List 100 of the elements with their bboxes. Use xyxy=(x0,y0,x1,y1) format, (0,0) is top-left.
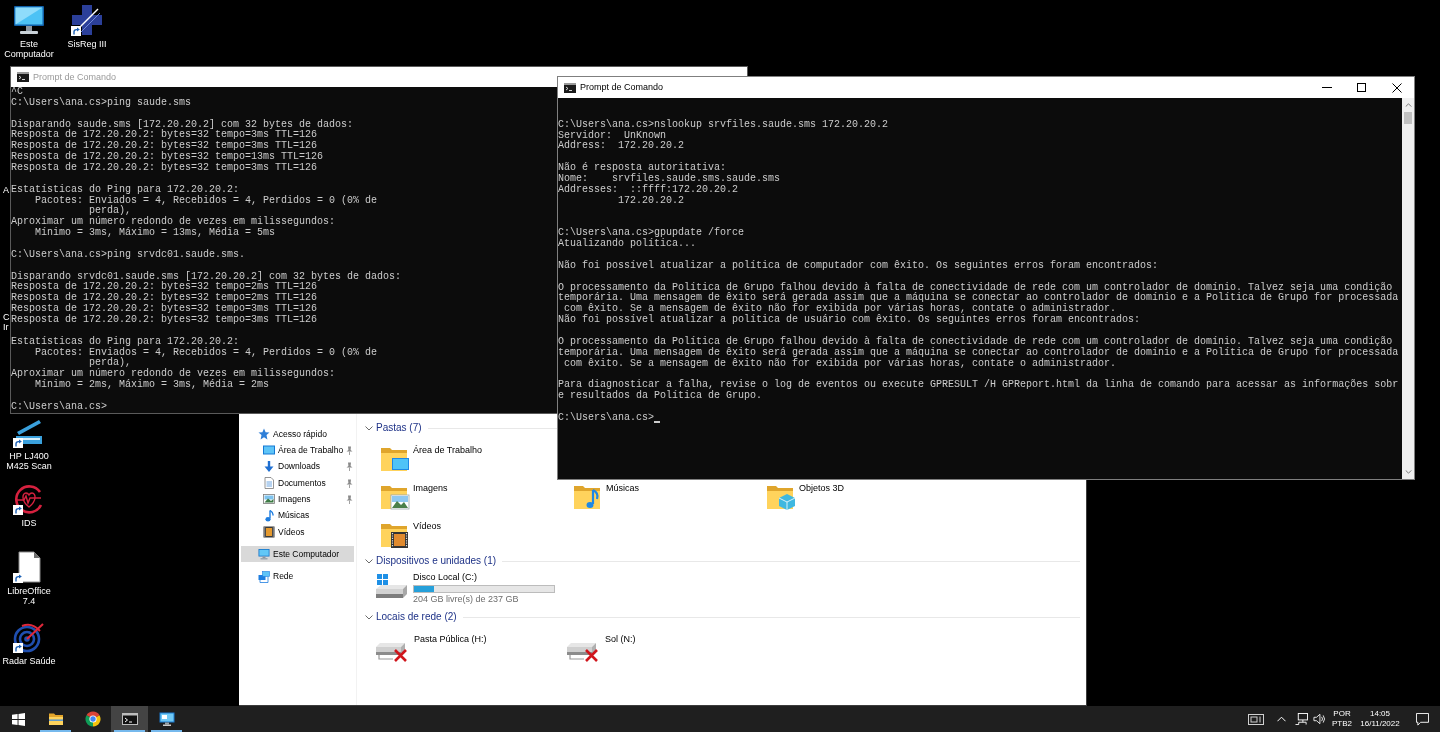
console-line: Aproximar um número redondo de vezes em milissegundos: xyxy=(11,217,336,228)
minimize-icon xyxy=(1321,87,1332,88)
input-language-button[interactable]: POR PTB2 xyxy=(1328,706,1356,732)
nav-item[interactable]: Downloads xyxy=(241,458,354,475)
terminal-icon xyxy=(17,72,29,82)
star-icon xyxy=(258,428,270,441)
drive-label[interactable]: Sol (N:) xyxy=(605,634,636,645)
console-line: temporária. Uma mensagem de êxito será gerada assim que a máquina se conectar ao controlador de domínio e a Política de Grupo for processada xyxy=(558,347,1399,358)
console-line: Resposta de 172.20.20.2: bytes=32 tempo=3ms TTL=126 xyxy=(11,315,318,326)
drive-label[interactable]: Pasta Pública (H:) xyxy=(414,634,487,645)
console-line: Nome: srvfiles.saude.sms.saude.sms xyxy=(558,174,781,184)
icon-label: C xyxy=(3,312,10,322)
console-line: C:\Users\ana.cs>nslookup srvfiles.saude.sms 172.20.20.2 xyxy=(558,119,889,130)
console-line: com êxito. Se a mensagem de êxito não for exibida por várias horas, contate o administrador. xyxy=(564,304,1117,315)
console-line: C:\Users\ana.cs>ping srvdc01.saude.sms. xyxy=(11,249,246,261)
console-line: Resposta de 172.20.20.2: bytes=32 tempo=3ms TTL=126 xyxy=(11,130,318,141)
icon-label: Ir xyxy=(3,322,10,332)
screen-icon xyxy=(263,444,275,457)
console-line: Resposta de 172.20.20.2: bytes=32 tempo=2ms TTL=126 xyxy=(11,282,318,293)
network-icon xyxy=(258,570,270,583)
chevron-up-icon[interactable] xyxy=(1276,716,1286,722)
console-line: Mínimo = 2ms, Máximo = 3ms, Média = 2ms xyxy=(35,380,270,392)
scrollbar[interactable] xyxy=(1402,98,1414,479)
console-line: Não foi possível atualizar a política de usuário com êxito. Os seguintes erros foram encontrados: xyxy=(558,315,1141,327)
nav-item[interactable]: Este Computador xyxy=(241,546,354,563)
monitor-icon xyxy=(258,548,270,561)
close-icon xyxy=(1391,82,1402,93)
folder-label[interactable]: Músicas xyxy=(606,483,639,494)
desktop-item[interactable]: IDS xyxy=(0,483,58,528)
console-line: Para diagnosticar a falha, revise o log de eventos ou execute GPRESULT /H GPReport.html da linha de comando para acessar as informações sobr xyxy=(558,380,1399,391)
desktop-item[interactable]: Radar Saúde xyxy=(0,621,58,666)
nav-item[interactable]: Músicas xyxy=(241,507,354,524)
desktop-item[interactable]: SisReg III xyxy=(58,4,116,49)
console-line: Mínimo = 3ms, Máximo = 13ms, Média = 5ms xyxy=(35,228,276,240)
console-line: O processamento da Política de Grupo falhou devido à falta de conectividade de rede com um controlador de domínio. Talvez seja uma condição xyxy=(558,282,1393,293)
console-line: Estatísticas do Ping para 172.20.20.2: xyxy=(11,184,240,195)
console-line: Servidor: UnKnown xyxy=(558,130,667,141)
console-line: Resposta de 172.20.20.2: bytes=32 tempo=3ms TTL=126 xyxy=(11,163,318,174)
speaker-icon[interactable] xyxy=(1312,713,1326,725)
hard-drive-icon[interactable] xyxy=(375,573,408,599)
maximize-icon xyxy=(1357,83,1366,92)
section-header[interactable]: Pastas (7) xyxy=(365,422,422,434)
folder-label[interactable]: Objetos 3D xyxy=(799,483,845,494)
film-icon xyxy=(263,525,275,538)
window-title: Prompt de Comando xyxy=(33,71,117,83)
console-line: Resposta de 172.20.20.2: bytes=32 tempo=13ms TTL=126 xyxy=(11,152,324,163)
console-line: C:\Users\ana.cs> xyxy=(11,401,107,413)
desktop-item[interactable]: LibreOffice 7.4 xyxy=(0,551,58,606)
console-line: Estatísticas do Ping para 172.20.20.2: xyxy=(11,336,240,347)
scrollbar-thumb[interactable] xyxy=(1404,112,1412,124)
nav-item[interactable]: Rede xyxy=(241,568,354,585)
console-line: 172.20.20.2 xyxy=(618,195,685,207)
folder-label[interactable]: Imagens xyxy=(413,483,448,494)
console-line: Atualizando política... xyxy=(558,239,697,251)
picture-icon xyxy=(263,493,275,506)
monitor-icon[interactable] xyxy=(13,4,45,36)
nav-item[interactable]: Documentos xyxy=(241,474,354,492)
nav-item[interactable]: Acesso rápido xyxy=(241,426,354,443)
console-line: O processamento da Política de Grupo falhou devido à falta de conectividade de rede com um controlador de domínio. Talvez seja uma condição xyxy=(558,336,1393,348)
window-title: Prompt de Comando xyxy=(580,82,664,93)
nav-item[interactable]: Vídeos xyxy=(241,523,354,541)
terminal-icon xyxy=(564,82,576,93)
browser-icon xyxy=(84,711,101,727)
window-icon[interactable] xyxy=(1248,713,1264,725)
drive-label[interactable]: Disco Local (C:) xyxy=(413,572,555,583)
icon-label: A xyxy=(3,185,9,195)
desktop-item[interactable]: Este Computador xyxy=(0,4,58,59)
section-header[interactable]: Dispositivos e unidades (1) xyxy=(365,555,497,567)
notification-icon[interactable] xyxy=(1415,712,1429,726)
folder-label[interactable]: Vídeos xyxy=(413,521,442,532)
console-line: perda), xyxy=(89,358,132,369)
taskbar-button[interactable] xyxy=(111,706,148,732)
section-header[interactable]: Locais de rede (2) xyxy=(365,611,457,623)
console-line: C:\Users\ana.cs> xyxy=(558,412,654,424)
nav-item[interactable]: Imagens xyxy=(241,491,354,508)
clock-button[interactable]: 14:05 16/11/2022 xyxy=(1356,706,1404,732)
console-line: Aproximar um número redondo de vezes em milissegundos: xyxy=(11,369,336,380)
console-line: Resposta de 172.20.20.2: bytes=32 tempo=3ms TTL=126 xyxy=(11,141,318,152)
console-line: Pacotes: Enviados = 4, Recebidos = 4, Perdidos = 0 (0% de xyxy=(35,195,378,206)
console-line: perda), xyxy=(89,206,132,217)
console-line: com êxito. Se a mensagem de êxito não for exibida por várias horas, contate o administrador. xyxy=(564,358,1117,370)
free-space-text: 204 GB livre(s) de 237 GB xyxy=(413,594,520,605)
nav-item[interactable]: Área de Trabalho xyxy=(241,442,354,459)
desktop-item[interactable]: HP LJ400 M425 Scan xyxy=(0,416,58,471)
console-line: Resposta de 172.20.20.2: bytes=32 tempo=3ms TTL=126 xyxy=(11,304,318,315)
monitor-icon xyxy=(158,711,175,727)
start-icon xyxy=(12,712,25,726)
console-line: Não foi possível atualizar a política de computador com êxito. Os seguintes erros foram encontrados: xyxy=(558,260,1159,272)
music-note-icon xyxy=(263,509,275,522)
heart-pulse-logo-icon[interactable] xyxy=(13,483,45,515)
console-line: ^C xyxy=(11,87,23,97)
console-line: Resposta de 172.20.20.2: bytes=32 tempo=2ms TTL=126 xyxy=(11,293,318,304)
folder-label[interactable]: Área de Trabalho xyxy=(413,445,483,456)
terminal-icon xyxy=(121,711,138,727)
console-line: Address: 172.20.20.2 xyxy=(558,141,685,153)
folder-icon xyxy=(47,711,64,727)
network-icon[interactable] xyxy=(1294,713,1308,725)
radar-icon[interactable] xyxy=(13,621,45,653)
console-line: Disparando srvdc01.saude.sms [172.20.20.2] com 32 bytes de dados: xyxy=(11,271,402,282)
console-line: C:\Users\ana.cs>gpupdate /force xyxy=(558,228,745,239)
